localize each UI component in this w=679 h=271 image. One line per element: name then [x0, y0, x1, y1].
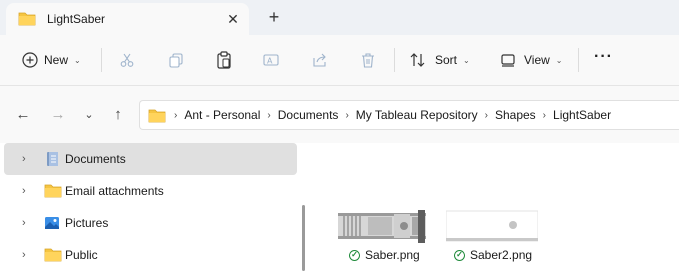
- sort-icon: [410, 53, 425, 67]
- sidebar-item-public[interactable]: › Public: [4, 239, 297, 271]
- synced-check-icon: ✓: [454, 249, 465, 261]
- image-thumbnail: [445, 210, 539, 242]
- file-thumbnail[interactable]: [445, 209, 539, 243]
- share-icon[interactable]: [312, 52, 328, 68]
- file-name: Saber.png: [365, 248, 420, 262]
- folder-icon: [18, 12, 36, 26]
- breadcrumb-separator-icon[interactable]: ›: [485, 110, 488, 121]
- more-options-button[interactable]: ···: [594, 48, 613, 66]
- trash-icon[interactable]: [360, 52, 376, 68]
- cut-icon[interactable]: [119, 52, 135, 68]
- svg-text:A: A: [267, 57, 273, 66]
- sidebar-item-email-attachments[interactable]: › Email attachments: [4, 175, 297, 207]
- file-name: Saber2.png: [470, 248, 533, 262]
- close-tab-icon[interactable]: ✕: [223, 9, 243, 29]
- chevron-down-icon: ⌄: [555, 55, 563, 65]
- tab-title: LightSaber: [47, 12, 106, 26]
- file-thumbnail[interactable]: [338, 209, 430, 243]
- toolbar-divider: [578, 48, 579, 72]
- sidebar-item-label: Public: [65, 248, 98, 262]
- navigation-pane: › Documents › Email attachments › Pictur…: [0, 143, 304, 271]
- sidebar-item-label: Documents: [65, 152, 126, 166]
- sort-button[interactable]: Sort ⌄: [410, 47, 470, 73]
- view-button[interactable]: View ⌄: [500, 47, 563, 73]
- breadcrumb-item[interactable]: My Tableau Repository: [356, 108, 478, 122]
- folder-icon: [44, 184, 62, 198]
- synced-check-icon: ✓: [349, 249, 360, 261]
- command-bar: New ⌄ A Sort ⌄ View ⌄ ···: [0, 35, 679, 86]
- sidebar-item-label: Pictures: [65, 216, 109, 230]
- folder-icon: [44, 248, 62, 262]
- breadcrumb-separator-icon[interactable]: ›: [345, 110, 348, 121]
- address-row: ← → ⌄ ↑ › Ant - Personal › Documents › M…: [0, 86, 679, 143]
- toolbar-divider: [394, 48, 395, 72]
- chevron-down-icon: ⌄: [74, 55, 81, 65]
- breadcrumb-item[interactable]: Shapes: [495, 108, 536, 122]
- new-button[interactable]: New ⌄: [22, 47, 81, 73]
- forward-arrow-icon[interactable]: →: [48, 105, 68, 125]
- copy-icon[interactable]: [168, 52, 184, 68]
- sidebar-item-pictures[interactable]: › Pictures: [4, 207, 297, 239]
- file-item-saber2[interactable]: ✓ Saber2.png: [454, 248, 532, 262]
- recent-locations-chevron-icon[interactable]: ⌄: [79, 105, 99, 125]
- tab-strip: LightSaber ✕ +: [0, 0, 679, 35]
- new-tab-button[interactable]: +: [264, 7, 284, 27]
- breadcrumb-separator-icon[interactable]: ›: [267, 110, 270, 121]
- file-list: ✓ Saber.png ✓ Saber2.png: [316, 143, 679, 271]
- sidebar-item-documents[interactable]: › Documents: [4, 143, 297, 175]
- view-button-label: View: [524, 53, 550, 67]
- chevron-down-icon: ⌄: [463, 55, 470, 65]
- expand-chevron-icon[interactable]: ›: [22, 185, 26, 197]
- new-button-label: New: [44, 53, 69, 67]
- sidebar-item-label: Email attachments: [65, 184, 164, 198]
- expand-chevron-icon[interactable]: ›: [22, 249, 26, 261]
- breadcrumb-item[interactable]: Documents: [278, 108, 339, 122]
- breadcrumb-item[interactable]: Ant - Personal: [184, 108, 260, 122]
- breadcrumb-separator-icon[interactable]: ›: [174, 110, 177, 121]
- expand-chevron-icon[interactable]: ›: [22, 153, 26, 165]
- pictures-icon: [45, 217, 59, 229]
- address-bar[interactable]: › Ant - Personal › Documents › My Tablea…: [139, 100, 679, 130]
- rename-icon[interactable]: A: [263, 52, 281, 68]
- folder-icon: [148, 109, 166, 122]
- lightsaber-hilt-thumbnail: [338, 210, 430, 243]
- toolbar-divider: [101, 48, 102, 72]
- breadcrumb-item[interactable]: LightSaber: [553, 108, 611, 122]
- up-arrow-icon[interactable]: ↑: [108, 105, 128, 125]
- tab-lightsaber[interactable]: LightSaber ✕: [6, 3, 249, 35]
- file-item-saber[interactable]: ✓ Saber.png: [349, 248, 420, 262]
- back-arrow-icon[interactable]: ←: [13, 105, 33, 125]
- expand-chevron-icon[interactable]: ›: [22, 217, 26, 229]
- plus-circle-icon: [22, 52, 38, 68]
- documents-icon: [47, 152, 58, 166]
- view-icon: [501, 54, 515, 67]
- navigation-scrollbar[interactable]: [302, 205, 305, 271]
- sort-button-label: Sort: [435, 53, 458, 67]
- breadcrumb-separator-icon[interactable]: ›: [543, 110, 546, 121]
- paste-icon[interactable]: [216, 51, 232, 69]
